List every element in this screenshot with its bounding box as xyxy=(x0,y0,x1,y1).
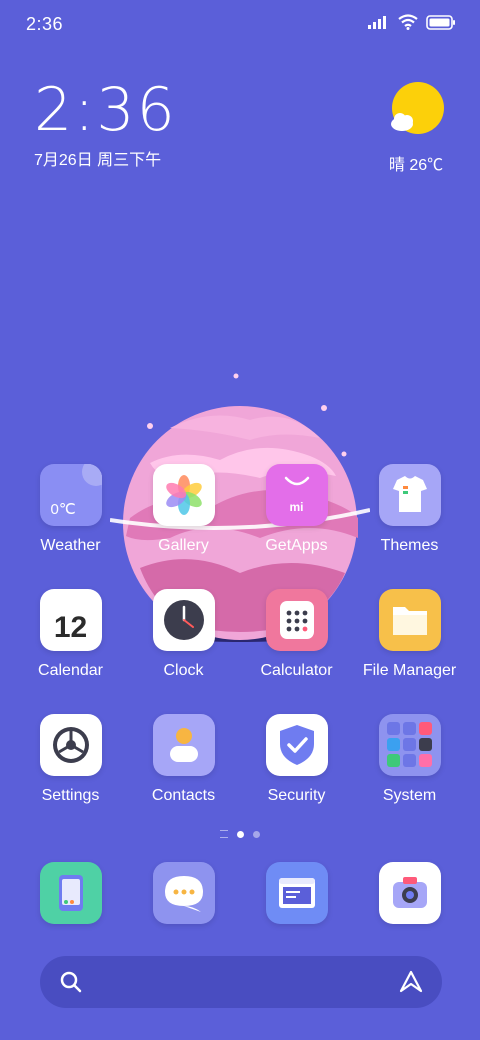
app-label: System xyxy=(382,787,437,804)
getapps-mi-badge: mi xyxy=(289,500,304,514)
assistant-icon[interactable] xyxy=(398,969,424,1000)
weather-icon: 0℃ xyxy=(39,464,102,526)
getapps-bag-icon: mi xyxy=(265,464,328,526)
app-system-folder[interactable]: System xyxy=(353,714,466,805)
system-folder-icon xyxy=(378,714,441,776)
camera-icon xyxy=(378,862,441,924)
app-security[interactable]: Security xyxy=(240,714,353,805)
page-indicator[interactable] xyxy=(0,830,480,838)
calendar-day-number: 12 xyxy=(53,611,88,644)
app-label: GetApps xyxy=(265,537,328,554)
settings-gear-icon xyxy=(39,714,102,776)
wifi-icon xyxy=(398,14,418,35)
app-themes[interactable]: Themes xyxy=(353,464,466,555)
app-file-manager[interactable]: File Manager xyxy=(353,589,466,680)
app-getapps[interactable]: mi GetApps xyxy=(240,464,353,555)
folder-icon xyxy=(378,589,441,651)
page-dot-active[interactable] xyxy=(237,830,244,838)
status-icons xyxy=(368,14,456,35)
dock-camera[interactable] xyxy=(353,862,466,924)
contacts-person-icon xyxy=(152,714,215,776)
clock-widget-date: 7月26日 周三下午 xyxy=(34,152,162,169)
search-icon[interactable] xyxy=(60,971,82,998)
app-label: Weather xyxy=(40,537,101,554)
app-label: Themes xyxy=(380,537,439,554)
weather-text: 晴 26℃ xyxy=(388,157,444,174)
app-label: Clock xyxy=(163,662,204,679)
app-calendar[interactable]: 12 Calendar xyxy=(14,589,127,680)
page-dot[interactable] xyxy=(253,830,260,838)
battery-icon xyxy=(426,14,456,35)
phone-icon xyxy=(39,862,102,924)
app-contacts[interactable]: Contacts xyxy=(127,714,240,805)
feed-indicator[interactable] xyxy=(220,830,228,838)
app-gallery[interactable]: Gallery xyxy=(127,464,240,555)
search-bar[interactable] xyxy=(40,956,442,1008)
dock-messages[interactable] xyxy=(127,862,240,924)
clock-icon xyxy=(152,589,215,651)
app-settings[interactable]: Settings xyxy=(14,714,127,805)
app-label: Contacts xyxy=(151,787,216,804)
app-calculator[interactable]: Calculator xyxy=(240,589,353,680)
security-shield-icon xyxy=(265,714,328,776)
dock-browser[interactable] xyxy=(240,862,353,924)
app-label: File Manager xyxy=(362,662,457,679)
signal-bars-icon xyxy=(368,15,390,34)
app-label: Calendar xyxy=(38,662,103,679)
app-clock[interactable]: Clock xyxy=(127,589,240,680)
app-label: Gallery xyxy=(158,537,209,554)
browser-icon xyxy=(265,862,328,924)
status-bar: 2:36 xyxy=(0,0,480,50)
clock-widget[interactable]: 2:36 7月26日 周三下午 xyxy=(34,78,177,170)
clock-widget-time: 2:36 xyxy=(34,75,177,145)
app-label: Settings xyxy=(41,787,100,804)
calendar-icon: 12 xyxy=(39,589,102,651)
themes-shirt-icon xyxy=(378,464,441,526)
status-time: 2:36 xyxy=(26,14,64,34)
weather-temp-badge: 0℃ xyxy=(50,501,76,518)
app-weather[interactable]: 0℃ Weather xyxy=(14,464,127,555)
gallery-flower-icon xyxy=(152,464,215,526)
sun-cloud-icon xyxy=(388,82,444,142)
calculator-icon xyxy=(265,589,328,651)
app-label: Calculator xyxy=(260,662,333,679)
messages-icon xyxy=(152,862,215,924)
dock-phone[interactable] xyxy=(14,862,127,924)
app-label: Security xyxy=(267,787,326,804)
weather-widget[interactable]: 晴 26℃ xyxy=(388,82,444,175)
